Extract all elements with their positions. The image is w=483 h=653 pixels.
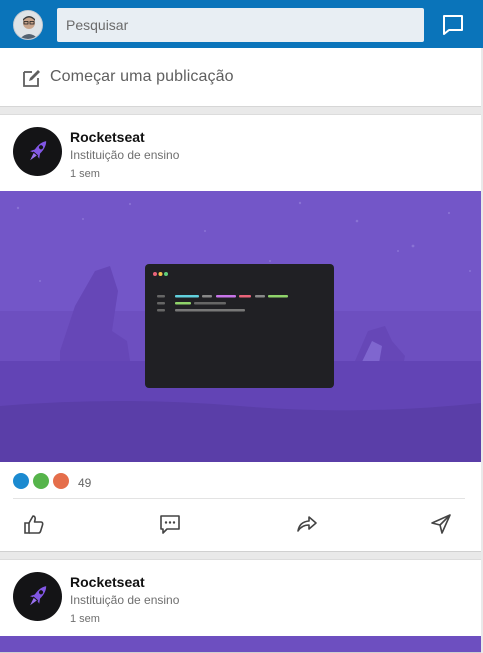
post-card: Rocketseat Instituição de ensino 1 sem bbox=[0, 114, 481, 552]
post-author-subtitle: Instituição de ensino bbox=[70, 593, 180, 607]
company-logo[interactable] bbox=[13, 127, 62, 176]
post-author[interactable]: Rocketseat bbox=[70, 129, 145, 145]
message-icon[interactable] bbox=[440, 12, 466, 38]
send-icon[interactable] bbox=[430, 513, 452, 535]
share-icon[interactable] bbox=[296, 513, 318, 535]
search-input[interactable] bbox=[57, 8, 424, 42]
post-timestamp: 1 sem bbox=[70, 613, 100, 625]
celebrate-reaction-icon bbox=[33, 473, 49, 489]
post-author-subtitle: Instituição de ensino bbox=[70, 148, 180, 162]
compose-post-button[interactable]: Começar uma publicação bbox=[0, 48, 481, 107]
post-image[interactable] bbox=[0, 636, 481, 652]
post-author[interactable]: Rocketseat bbox=[70, 574, 145, 590]
divider bbox=[13, 498, 465, 499]
post-timestamp: 1 sem bbox=[70, 168, 100, 180]
like-reaction-icon bbox=[13, 473, 29, 489]
top-nav-bar bbox=[0, 0, 483, 48]
compose-label: Começar uma publicação bbox=[50, 68, 234, 85]
post-image[interactable] bbox=[0, 191, 481, 462]
post-card: Rocketseat Instituição de ensino 1 sem bbox=[0, 559, 481, 653]
company-logo[interactable] bbox=[13, 572, 62, 621]
love-reaction-icon bbox=[53, 473, 69, 489]
reactions-count: 49 bbox=[78, 476, 92, 490]
comment-icon[interactable] bbox=[159, 513, 181, 535]
thumbs-up-icon[interactable] bbox=[23, 513, 45, 535]
avatar[interactable] bbox=[13, 10, 43, 40]
edit-icon bbox=[21, 67, 43, 89]
